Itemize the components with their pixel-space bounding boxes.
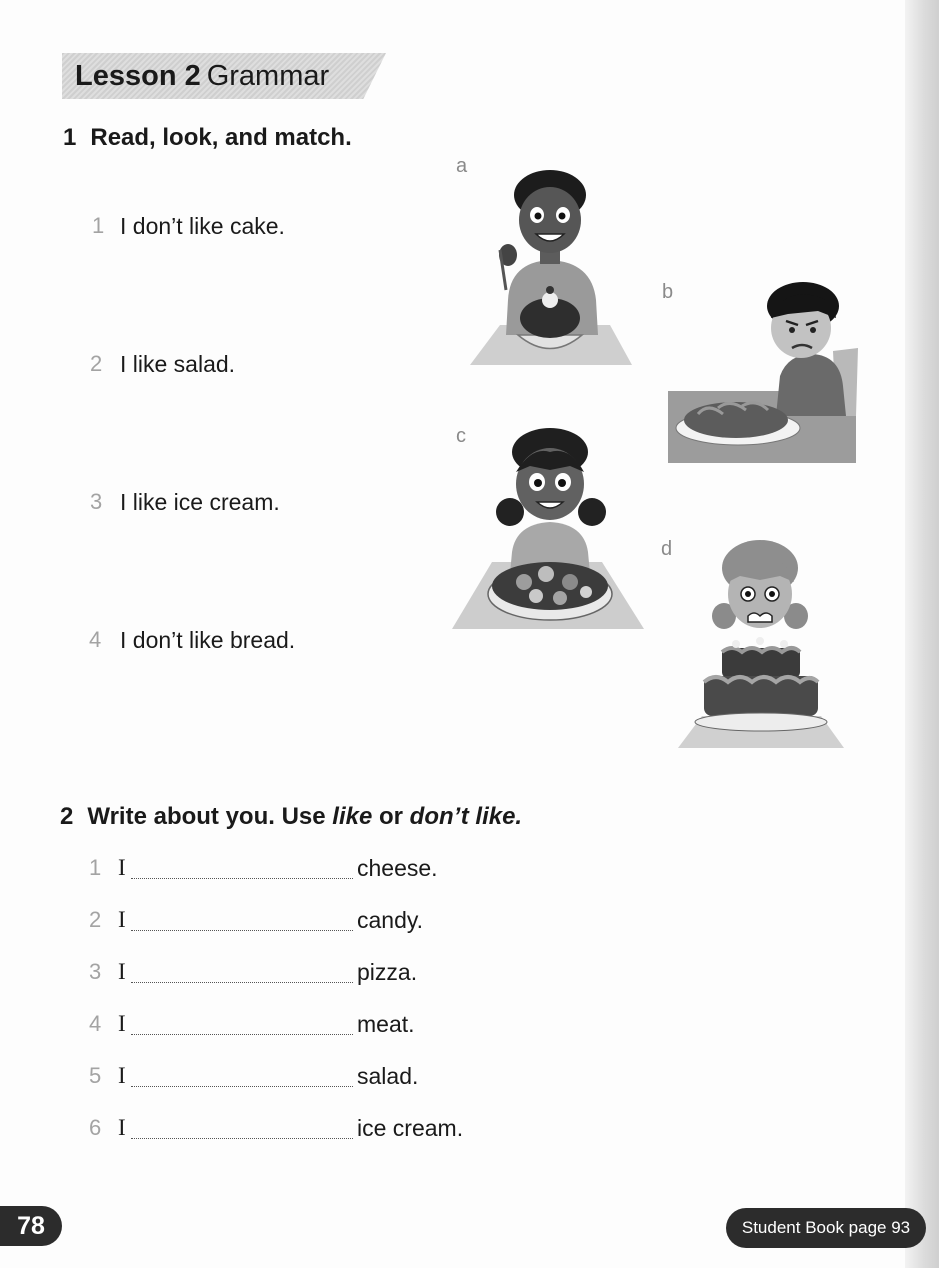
write-item-number: 4	[89, 1011, 102, 1036]
exercise-1-instruction: Read, look, and match.	[90, 124, 352, 151]
write-subject: I	[118, 1115, 126, 1140]
lesson-number: Lesson 2	[75, 60, 201, 92]
write-item-number: 1	[89, 855, 102, 880]
picture-letter-a: a	[456, 155, 468, 177]
write-subject: I	[118, 907, 126, 932]
write-item-number: 3	[89, 959, 102, 984]
boy-frowning-at-bread-illustration	[668, 282, 858, 463]
write-food-word: candy.	[357, 907, 424, 933]
write-subject: I	[118, 855, 126, 880]
match-sentence: I like salad.	[120, 351, 236, 377]
student-book-reference-badge: Student Book page 93	[726, 1208, 926, 1248]
exercise-1-number: 1	[63, 124, 77, 151]
write-subject: I	[118, 1011, 126, 1036]
answer-blank[interactable]	[131, 981, 353, 983]
match-item-number: 1	[92, 213, 105, 238]
match-sentence: I don’t like cake.	[120, 213, 285, 239]
write-subject: I	[118, 1063, 126, 1088]
write-item-number: 2	[89, 907, 102, 932]
exercise-2-instruction-dont-like: don’t like.	[409, 803, 523, 830]
write-item-number: 6	[89, 1115, 102, 1140]
answer-blank[interactable]	[131, 1137, 353, 1139]
page-number-badge: 78	[0, 1206, 62, 1246]
picture-letter-d: d	[661, 538, 673, 560]
write-food-word: pizza.	[357, 959, 418, 985]
answer-blank[interactable]	[131, 929, 353, 931]
answer-blank[interactable]	[131, 877, 353, 879]
exercise-2-instruction-or: or	[372, 803, 410, 830]
exercise-2-instruction-start: Write about you. Use	[87, 803, 333, 830]
exercise-2-heading: 2 Write about you. Use like or don’t like…	[60, 802, 522, 832]
write-item-number: 5	[89, 1063, 102, 1088]
lesson-name: Grammar	[206, 60, 330, 92]
write-food-word: salad.	[357, 1063, 419, 1089]
match-sentence: I don’t like bread.	[120, 627, 296, 653]
match-item-number: 2	[90, 351, 103, 376]
answer-blank[interactable]	[131, 1085, 353, 1087]
lesson-title: Lesson 2 Grammar	[75, 58, 329, 94]
exercise-2-number: 2	[60, 803, 74, 830]
girl-disgusted-by-cake-illustration	[678, 540, 844, 748]
boy-smiling-with-ice-cream-sundae-illustration	[470, 170, 632, 365]
match-item-number: 4	[89, 627, 102, 652]
match-item-number: 3	[90, 489, 103, 514]
answer-blank[interactable]	[131, 1033, 353, 1035]
match-sentence: I like ice cream.	[120, 489, 280, 515]
page-edge-shadow	[905, 0, 939, 1268]
write-food-word: meat.	[357, 1011, 415, 1037]
write-food-word: cheese.	[357, 855, 438, 881]
exercise-2-instruction-like: like	[332, 803, 373, 830]
write-subject: I	[118, 959, 126, 984]
girl-smiling-with-salad-illustration	[452, 428, 644, 629]
exercise-1-heading: 1 Read, look, and match.	[63, 123, 352, 153]
write-food-word: ice cream.	[357, 1115, 464, 1141]
